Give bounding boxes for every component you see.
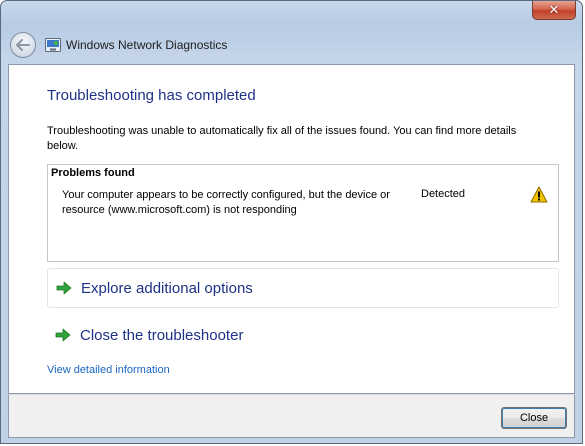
view-detailed-information-link[interactable]: View detailed information [47, 364, 170, 376]
back-arrow-icon [16, 39, 30, 51]
window-title: Windows Network Diagnostics [66, 38, 228, 52]
problem-description: Your computer appears to be correctly co… [62, 189, 390, 216]
problem-status: Detected [421, 188, 466, 200]
content-panel: Troubleshooting has completed Troublesho… [8, 64, 575, 394]
title-bar: ✕ Windows Network Diagnostics [1, 1, 582, 63]
warning-icon [530, 186, 548, 203]
close-troubleshooter-label: Close the troubleshooter [80, 326, 244, 344]
explore-options-link[interactable]: Explore additional options [47, 268, 559, 308]
page-title: Troubleshooting has completed [47, 87, 256, 104]
explore-options-label: Explore additional options [81, 279, 253, 297]
close-window-button[interactable]: ✕ [532, 1, 576, 20]
green-arrow-icon [56, 281, 72, 295]
close-troubleshooter-link[interactable]: Close the troubleshooter [47, 315, 559, 355]
close-button[interactable]: Close [501, 407, 567, 429]
close-icon: ✕ [548, 2, 560, 18]
diagnostics-window: ✕ Windows Network Diagnostics Troublesho… [0, 0, 583, 444]
network-diagnostics-icon [45, 38, 61, 52]
problems-header: Problems found [51, 167, 135, 179]
problems-found-panel: Problems found Your computer appears to … [47, 164, 559, 262]
description-text: Troubleshooting was unable to automatica… [47, 125, 517, 152]
green-arrow-icon [55, 328, 71, 342]
footer-bar: Close [8, 394, 575, 438]
back-button[interactable] [10, 32, 36, 58]
